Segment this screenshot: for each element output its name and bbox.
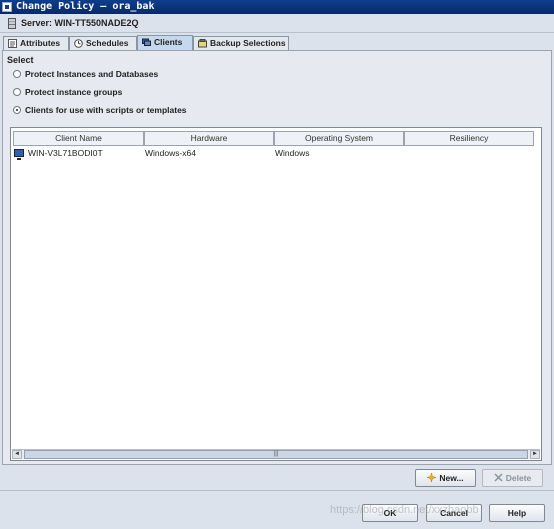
backup-selections-icon	[198, 39, 207, 48]
tab-clients[interactable]: Clients	[137, 35, 193, 50]
sparkle-icon	[427, 473, 437, 482]
column-header-operating-system[interactable]: Operating System	[274, 131, 404, 146]
delete-button[interactable]: Delete	[482, 469, 543, 487]
attributes-icon	[8, 39, 17, 48]
radio-clients-scripts[interactable]: Clients for use with scripts or template…	[13, 104, 187, 116]
server-icon	[8, 18, 16, 29]
app-icon	[2, 2, 12, 12]
cell-resiliency	[404, 147, 534, 160]
scroll-left-icon[interactable]: ◄	[12, 450, 22, 459]
radio-protect-instance-groups[interactable]: Protect instance groups	[13, 86, 122, 98]
cell-hardware: Windows-x64	[145, 148, 197, 158]
column-header-client-name[interactable]: Client Name	[13, 131, 144, 146]
tab-schedules[interactable]: Schedules	[69, 36, 137, 50]
server-label: Server: WIN-TT550NADE2Q	[21, 18, 139, 28]
footer-divider	[0, 490, 554, 491]
scroll-thumb[interactable]: |||	[24, 450, 528, 459]
help-button[interactable]: Help	[489, 504, 545, 522]
window-title: Change Policy – ora_bak	[16, 1, 155, 12]
clients-icon	[142, 38, 151, 46]
tab-backup-selections[interactable]: Backup Selections	[193, 36, 289, 50]
column-header-resiliency[interactable]: Resiliency	[404, 131, 534, 146]
radio-protect-instances[interactable]: Protect Instances and Databases	[13, 68, 158, 80]
computer-icon	[14, 149, 24, 160]
watermark-text: https://blog.csdn.net/xxzhaobb	[330, 504, 479, 516]
cell-os: Windows	[275, 148, 310, 158]
new-button[interactable]: New...	[415, 469, 476, 487]
radio-button[interactable]	[13, 70, 21, 78]
scroll-right-icon[interactable]: ►	[530, 450, 540, 459]
window-title-bar[interactable]: Change Policy – ora_bak	[0, 0, 554, 14]
server-bar: Server: WIN-TT550NADE2Q	[0, 14, 554, 33]
radio-button-selected[interactable]	[13, 106, 21, 114]
select-label: Select	[7, 55, 34, 65]
tab-attributes[interactable]: Attributes	[3, 36, 69, 50]
column-header-hardware[interactable]: Hardware	[144, 131, 274, 146]
cell-client-name: WIN-V3L71BODI0T	[13, 147, 144, 160]
horizontal-scrollbar[interactable]: ◄ ||| ►	[12, 449, 540, 459]
clients-table: Client Name Hardware Operating System Re…	[10, 127, 542, 461]
close-icon	[494, 473, 503, 482]
clock-icon	[74, 39, 83, 48]
radio-button[interactable]	[13, 88, 21, 96]
